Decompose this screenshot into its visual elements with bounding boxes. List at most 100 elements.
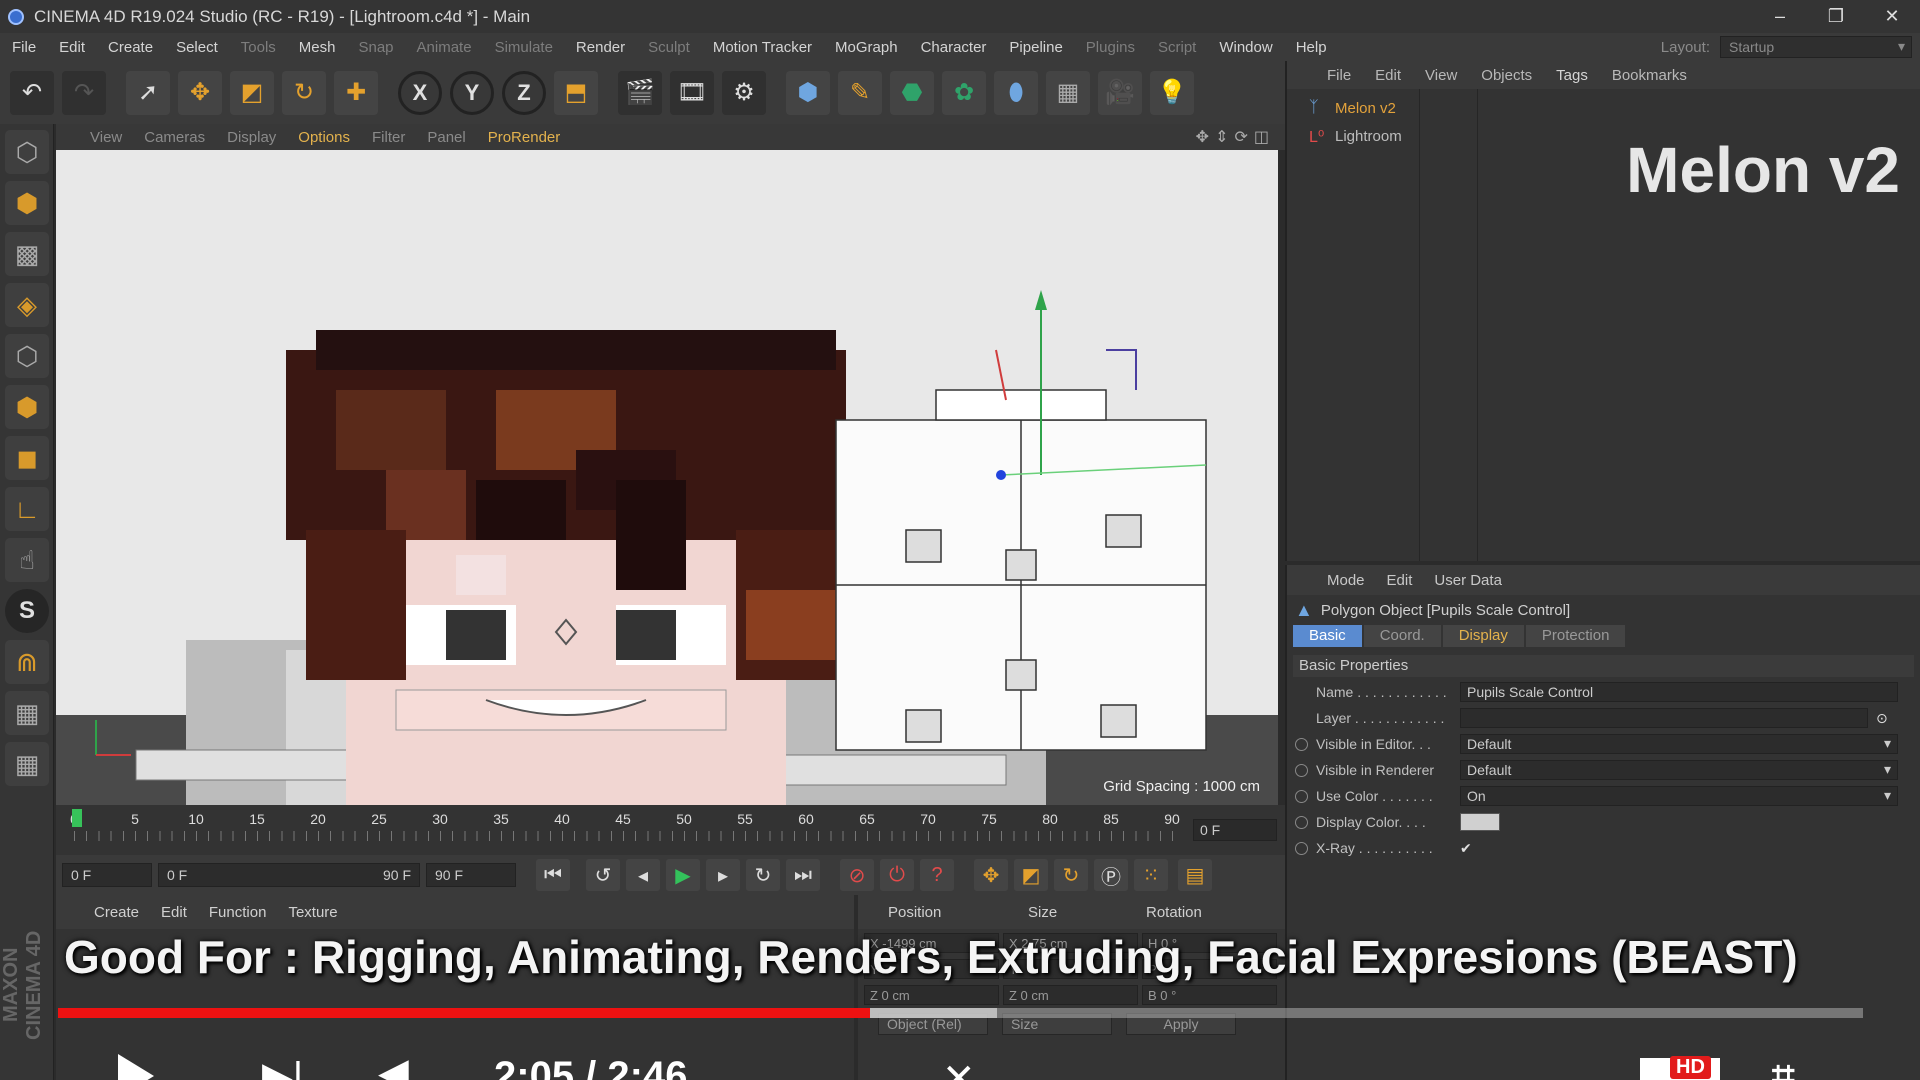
play-forward-icon[interactable]: ▶	[666, 859, 700, 891]
tweak-mode-icon[interactable]: ☝	[5, 538, 49, 582]
undo-icon[interactable]: ↶	[10, 70, 54, 115]
rotation-b-field[interactable]: B 0 °	[1142, 985, 1277, 1005]
y-axis-lock-button[interactable]: Y	[450, 70, 494, 115]
tab-protection[interactable]: Protection	[1525, 625, 1626, 647]
close-annotations-icon[interactable]: ✕	[942, 1056, 976, 1080]
viewport-menu-panel[interactable]: Panel	[427, 129, 465, 146]
material-menu-function[interactable]: Function	[209, 904, 267, 921]
display-color-swatch[interactable]	[1460, 813, 1500, 831]
render-picture-viewer-icon[interactable]: 🎞	[670, 70, 714, 115]
animate-radio[interactable]	[1295, 737, 1308, 751]
polygons-mode-icon[interactable]: ◼	[5, 436, 49, 480]
rotate-tool-icon[interactable]: ↻	[282, 70, 326, 115]
layer-picker-icon[interactable]: ⊙	[1876, 710, 1888, 727]
menu-file[interactable]: File	[12, 39, 36, 56]
viewport-navigation-icons[interactable]: ✥⇕⟳◫	[1196, 127, 1275, 147]
autokeying-icon[interactable]: ⏻	[880, 859, 914, 891]
next-video-icon[interactable]: ▶|	[262, 1054, 312, 1080]
timeline[interactable]: 0 5 10 15 20 25 30 35 40 45 50 55 60 65 …	[56, 805, 1285, 855]
make-editable-icon[interactable]: ⬡	[5, 130, 49, 174]
menu-motion-tracker[interactable]: Motion Tracker	[713, 39, 812, 56]
record-keys-icon[interactable]: ⊘	[840, 859, 874, 891]
viewport-menu-display[interactable]: Display	[227, 129, 276, 146]
fullscreen-icon[interactable]: ⌗	[1772, 1054, 1795, 1080]
camera-icon[interactable]: 🎥	[1098, 70, 1142, 115]
floor-icon[interactable]: ▦	[1046, 70, 1090, 115]
menu-snap[interactable]: Snap	[358, 39, 393, 56]
solo-icon[interactable]: S	[5, 589, 49, 633]
texture-mode-icon[interactable]: ▩	[5, 232, 49, 276]
video-progress-bar[interactable]	[58, 1008, 1863, 1018]
menu-pipeline[interactable]: Pipeline	[1009, 39, 1062, 56]
animate-radio[interactable]	[1295, 815, 1308, 829]
xray-checkbox[interactable]: ✔	[1460, 840, 1472, 857]
render-settings-icon[interactable]: ⚙	[722, 70, 766, 115]
pen-spline-icon[interactable]: ✎	[838, 70, 882, 115]
animate-radio[interactable]	[1295, 841, 1308, 855]
render-view-icon[interactable]: 🎬	[618, 70, 662, 115]
menu-sculpt[interactable]: Sculpt	[648, 39, 690, 56]
previous-key-icon[interactable]: ↺	[586, 859, 620, 891]
playhead-cursor[interactable]	[72, 809, 82, 827]
menu-tools[interactable]: Tools	[241, 39, 276, 56]
tab-coord[interactable]: Coord.	[1363, 625, 1441, 647]
material-menu-edit[interactable]: Edit	[161, 904, 187, 921]
deformer-icon[interactable]: ⬮	[994, 70, 1038, 115]
object-menu-edit[interactable]: Edit	[1375, 67, 1401, 84]
layout-select[interactable]: Startup	[1720, 36, 1912, 58]
object-menu-tags[interactable]: Tags	[1556, 67, 1588, 84]
light-icon[interactable]: 💡	[1150, 70, 1194, 115]
menu-select[interactable]: Select	[176, 39, 218, 56]
next-key-icon[interactable]: ↻	[746, 859, 780, 891]
object-menu-file[interactable]: File	[1327, 67, 1351, 84]
cube-primitive-icon[interactable]: ⬢	[786, 70, 830, 115]
tab-basic[interactable]: Basic	[1293, 625, 1362, 647]
viewport-menu-view[interactable]: View	[90, 129, 122, 146]
menu-render[interactable]: Render	[576, 39, 625, 56]
attribute-menu-user-data[interactable]: User Data	[1434, 572, 1502, 589]
name-input[interactable]: Pupils Scale Control	[1460, 682, 1898, 702]
add-object-icon[interactable]: ✚	[334, 70, 378, 115]
menu-simulate[interactable]: Simulate	[495, 39, 553, 56]
subdivision-surface-icon[interactable]: ⬣	[890, 70, 934, 115]
restore-button[interactable]: ❐	[1808, 0, 1864, 33]
model-mode-icon[interactable]: ⬢	[5, 181, 49, 225]
record-scale-icon[interactable]: ◩	[1014, 859, 1048, 891]
axis-mode-icon[interactable]: ∟	[5, 487, 49, 531]
tab-display[interactable]: Display	[1442, 625, 1524, 647]
menu-script[interactable]: Script	[1158, 39, 1196, 56]
edges-mode-icon[interactable]: ⬢	[5, 385, 49, 429]
record-point-level-icon[interactable]: ⁙	[1134, 859, 1168, 891]
settings-gear-icon[interactable]: HD	[1640, 1056, 1720, 1080]
menu-help[interactable]: Help	[1296, 39, 1327, 56]
viewport-menu-options[interactable]: Options	[298, 129, 350, 146]
cloner-icon[interactable]: ✿	[942, 70, 986, 115]
menu-window[interactable]: Window	[1219, 39, 1272, 56]
points-mode-icon[interactable]: ⬡	[5, 334, 49, 378]
scale-tool-icon[interactable]: ◩	[230, 70, 274, 115]
select-arrow-icon[interactable]: ➚	[126, 70, 170, 115]
frame-range-slider[interactable]: 0 F 90 F	[158, 863, 420, 887]
minimize-button[interactable]: –	[1752, 0, 1808, 33]
record-rotation-icon[interactable]: ↻	[1054, 859, 1088, 891]
x-axis-lock-button[interactable]: X	[398, 70, 442, 115]
layer-field[interactable]	[1460, 708, 1868, 728]
workplane-snap-icon[interactable]: ▦	[5, 742, 49, 786]
size-z-field[interactable]: Z 0 cm	[1003, 985, 1138, 1005]
menu-mograph[interactable]: MoGraph	[835, 39, 898, 56]
play-icon[interactable]	[118, 1054, 154, 1080]
material-menu-texture[interactable]: Texture	[288, 904, 337, 921]
menu-create[interactable]: Create	[108, 39, 153, 56]
viewport-menu-cameras[interactable]: Cameras	[144, 129, 205, 146]
timeline-window-icon[interactable]: ▤	[1178, 859, 1212, 891]
attribute-menu-mode[interactable]: Mode	[1327, 572, 1365, 589]
attribute-menu-edit[interactable]: Edit	[1387, 572, 1413, 589]
viewport-menu-filter[interactable]: Filter	[372, 129, 405, 146]
volume-icon[interactable]: ◀	[378, 1050, 409, 1080]
menu-mesh[interactable]: Mesh	[299, 39, 336, 56]
position-z-field[interactable]: Z 0 cm	[864, 985, 999, 1005]
record-parameter-icon[interactable]: Ⓟ	[1094, 859, 1128, 891]
visible-in-renderer-select[interactable]: Default	[1460, 760, 1898, 780]
animate-radio[interactable]	[1295, 763, 1308, 777]
close-button[interactable]: ✕	[1864, 0, 1920, 33]
